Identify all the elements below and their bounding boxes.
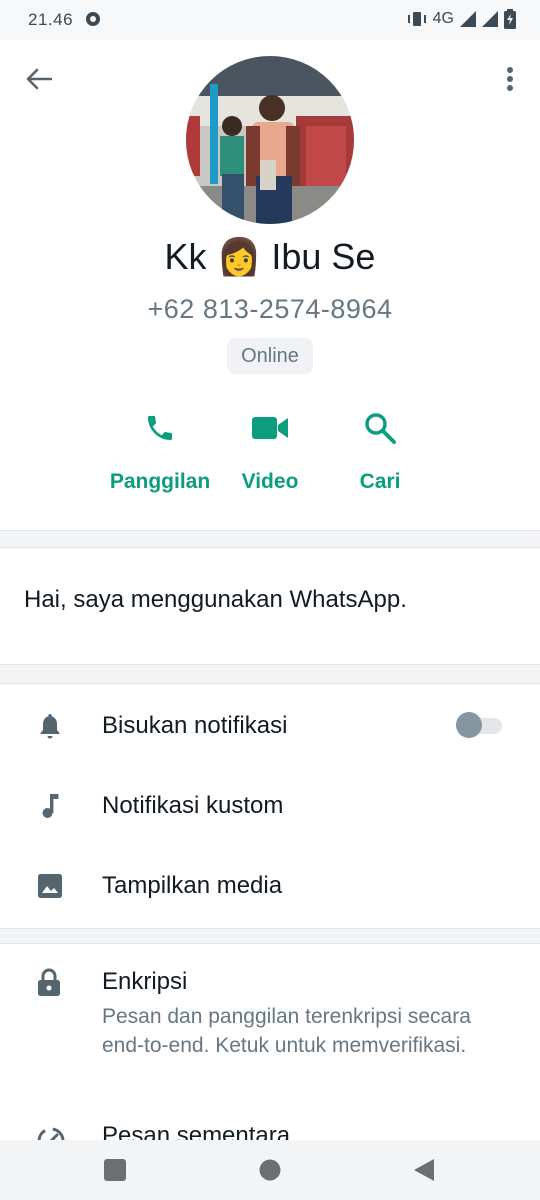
timer-icon — [37, 1127, 65, 1140]
media-visibility-label: Tampilkan media — [102, 872, 283, 899]
encryption-description: Pesan dan panggilan terenkripsi secara e… — [102, 1005, 471, 1057]
mute-notifications-toggle[interactable] — [456, 712, 502, 738]
square-icon — [104, 1159, 126, 1181]
status-indicators: 4G — [407, 8, 516, 30]
more-vert-icon — [507, 67, 513, 91]
search-button[interactable]: Cari — [320, 400, 440, 494]
search-icon — [365, 413, 396, 444]
encryption-section[interactable]: Enkripsi Pesan dan panggilan terenkripsi… — [0, 944, 540, 1140]
toggle-knob — [456, 712, 482, 738]
signal-icon-2 — [482, 11, 498, 27]
section-divider — [0, 664, 540, 684]
section-divider — [0, 530, 540, 548]
triangle-back-icon — [414, 1159, 434, 1181]
contact-info-header: Kk 👩 Ibu Se +62 813-2574-8964 Online Pan… — [0, 40, 540, 530]
circle-icon — [259, 1159, 281, 1181]
mute-notifications-label: Bisukan notifikasi — [102, 712, 288, 739]
mute-notifications-row[interactable]: Bisukan notifikasi — [0, 686, 540, 766]
more-options-button[interactable] — [498, 62, 522, 96]
encryption-title: Enkripsi — [102, 968, 188, 995]
call-label: Panggilan — [109, 470, 211, 493]
recents-button[interactable] — [103, 1158, 127, 1182]
battery-icon — [504, 9, 516, 29]
home-button[interactable] — [258, 1158, 282, 1182]
about-text: Hai, saya menggunakan WhatsApp. — [24, 586, 407, 613]
bell-icon — [40, 714, 60, 739]
video-label: Video — [241, 470, 299, 493]
notification-icon — [86, 12, 100, 26]
contact-phone: +62 813-2574-8964 — [147, 294, 393, 324]
network-type: 4G — [432, 10, 454, 27]
contact-name: Kk 👩 Ibu Se — [164, 236, 376, 277]
signal-icon — [460, 11, 476, 27]
arrow-back-icon — [26, 68, 52, 90]
avatar[interactable] — [186, 56, 354, 224]
system-navigation-bar — [0, 1140, 540, 1200]
notification-settings: Bisukan notifikasi Notifikasi kustom Tam… — [0, 684, 540, 928]
disappearing-messages-label: Pesan sementara — [102, 1122, 291, 1140]
about-section[interactable]: Hai, saya menggunakan WhatsApp. — [0, 548, 540, 664]
disappearing-messages-row[interactable]: Pesan sementara — [0, 1122, 540, 1140]
video-call-button[interactable]: Video — [210, 400, 330, 494]
search-label: Cari — [359, 470, 401, 493]
phone-icon — [148, 416, 172, 440]
status-time: 21.46 — [28, 10, 74, 29]
vibrate-icon — [407, 12, 426, 26]
media-visibility-row[interactable]: Tampilkan media — [0, 846, 540, 926]
section-divider — [0, 928, 540, 944]
presence-badge: Online — [227, 338, 313, 374]
call-button[interactable]: Panggilan — [100, 400, 220, 494]
back-nav-button[interactable] — [412, 1158, 436, 1182]
status-bar: 21.46 4G — [0, 0, 540, 40]
music-note-icon — [42, 794, 59, 818]
lock-icon — [38, 968, 60, 996]
video-icon — [252, 417, 288, 439]
profile-photo — [186, 56, 354, 224]
custom-notifications-label: Notifikasi kustom — [102, 792, 284, 819]
custom-notifications-row[interactable]: Notifikasi kustom — [0, 766, 540, 846]
back-button[interactable] — [22, 62, 56, 96]
image-icon — [38, 874, 62, 898]
